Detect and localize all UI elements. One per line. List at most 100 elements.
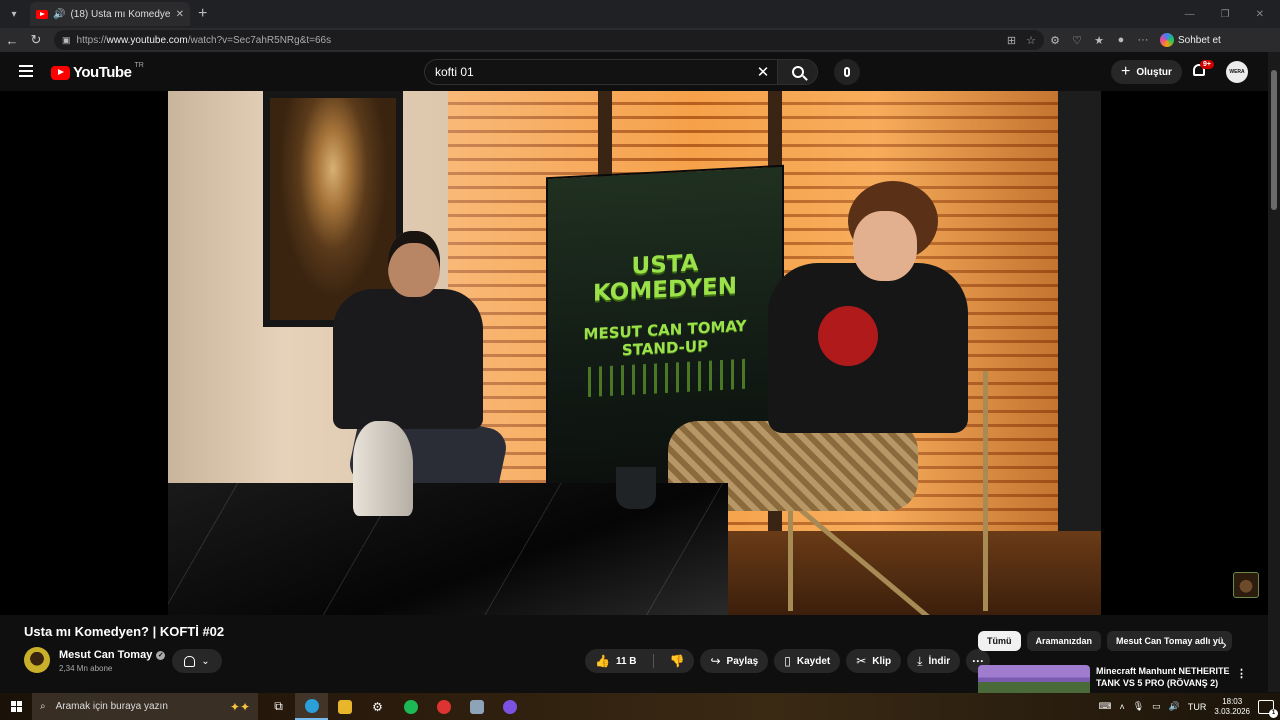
create-label: Oluştur (1136, 66, 1172, 78)
network-icon[interactable]: ▭ (1152, 701, 1161, 712)
divider (652, 654, 654, 668)
app-icon[interactable] (427, 693, 460, 720)
clip-button[interactable]: ✂ Klip (846, 649, 902, 673)
chevron-down-icon: ⌄ (201, 655, 210, 667)
scissors-icon: ✂ (856, 654, 867, 668)
download-label: İndir (928, 655, 951, 667)
like-count: 11 B (615, 655, 637, 667)
new-tab-icon[interactable]: + (198, 6, 207, 22)
thumbs-down-icon: 👎 (669, 654, 685, 668)
share-label: Paylaş (726, 655, 759, 667)
more-options-icon[interactable]: ··· (1132, 34, 1154, 46)
favorites-icon[interactable]: ★ (1088, 34, 1110, 47)
profile-icon[interactable]: ● (1110, 34, 1132, 46)
copilot-icon (1160, 33, 1174, 47)
discord-icon[interactable] (493, 693, 526, 720)
tab-title: (18) Usta mı Komedyen? | KOFTİ (70, 8, 171, 20)
more-vert-icon[interactable]: ⋮ (1236, 667, 1247, 680)
url-path: /watch?v=Sec7ahR5NRg&t=66s (187, 34, 332, 46)
favorite-star-icon[interactable]: ☆ (1026, 34, 1036, 47)
tab-close-icon[interactable]: ✕ (176, 9, 184, 20)
youtube-wordmark: YouTube (73, 64, 132, 81)
chip-channel[interactable]: Mesut Can Tomay adlı yü (1107, 631, 1233, 651)
start-button[interactable] (0, 693, 32, 720)
bell-icon (184, 655, 196, 667)
taskbar-search[interactable]: ⌕ Aramak için buraya yazın ✦✦ (32, 693, 258, 720)
download-button[interactable]: ⤓ İndir (907, 649, 961, 673)
taskbar: ⌕ Aramak için buraya yazın ✦✦ ⧉ ⚙ ⌨ ˄ 🎙 … (0, 693, 1280, 720)
steam-icon[interactable]: ⚙ (361, 693, 394, 720)
subscriber-count: 2,34 Mn abone (59, 664, 113, 673)
plus-icon: + (1121, 63, 1131, 80)
clip-label: Klip (872, 655, 892, 667)
search-input[interactable]: kofti 01 (425, 65, 749, 79)
like-dislike-group: 👍 11 B 👎 (585, 649, 695, 673)
edge-icon[interactable] (295, 693, 328, 720)
minimize-icon[interactable]: — (1185, 9, 1195, 20)
recommended-thumbnail[interactable] (978, 665, 1090, 693)
language-indicator[interactable]: TUR (1188, 702, 1207, 712)
video-actions: 👍 11 B 👎 ↪ Paylaş ▯ Kaydet ✂ Klip ⤓ İndi… (585, 649, 991, 673)
back-icon[interactable]: ← (0, 28, 24, 52)
youtube-play-icon (51, 65, 70, 80)
browser-essentials-icon[interactable]: ♡ (1066, 34, 1088, 47)
tab-audio-icon[interactable]: 🔊 (53, 9, 65, 20)
youtube-favicon-icon (36, 9, 48, 19)
channel-name[interactable]: Mesut Can Tomay ✓ (59, 649, 166, 661)
spotify-icon[interactable] (394, 693, 427, 720)
address-bar[interactable]: ▣ https://www.youtube.com/watch?v=Sec7ah… (54, 30, 1044, 50)
like-button[interactable]: 👍 11 B (585, 649, 647, 673)
create-button[interactable]: + Oluştur (1111, 60, 1182, 84)
notifications-button[interactable]: 9+ (1191, 60, 1214, 80)
thumbs-up-icon: 👍 (595, 654, 610, 668)
cup (616, 467, 656, 509)
page-scrollbar[interactable] (1268, 52, 1280, 692)
tab-actions-menu-icon[interactable]: ▾ (4, 4, 24, 24)
window-icon[interactable] (460, 693, 493, 720)
notification-center-icon[interactable]: 1 (1258, 699, 1278, 718)
scrollbar-thumb[interactable] (1271, 70, 1277, 210)
person-right (668, 171, 1018, 531)
chevron-up-icon[interactable]: ˄ (1119, 702, 1124, 712)
recommended-video[interactable]: Minecraft Manhunt NETHERITE TANK VS 5 PR… (978, 665, 1268, 693)
sparkle-icon: ✦✦ (229, 699, 250, 714)
file-explorer-icon[interactable] (328, 693, 361, 720)
copilot-button[interactable]: Sohbet et (1160, 33, 1221, 47)
clock[interactable]: 18:03 3.03.2026 (1214, 697, 1250, 717)
channel-avatar[interactable] (24, 647, 50, 673)
browser-tab[interactable]: 🔊 (18) Usta mı Komedyen? | KOFTİ ✕ (30, 2, 190, 26)
chevron-right-icon[interactable]: › (1222, 636, 1227, 652)
task-view-icon[interactable]: ⧉ (262, 693, 295, 720)
clock-time: 18:03 (1222, 696, 1243, 706)
clear-search-icon[interactable]: ✕ (749, 63, 777, 81)
notification-badge: 9+ (1200, 60, 1214, 69)
menu-icon[interactable] (19, 65, 33, 77)
youtube-logo[interactable]: YouTube TR (51, 62, 144, 81)
keyboard-icon[interactable]: ⌨ (1098, 701, 1111, 712)
maximize-icon[interactable]: ❐ (1221, 9, 1230, 20)
chip-from-search[interactable]: Aramanızdan (1026, 631, 1102, 651)
site-info-icon[interactable]: ▣ (62, 35, 71, 46)
close-window-icon[interactable]: ✕ (1256, 9, 1264, 20)
channel-watermark[interactable] (1233, 572, 1259, 598)
search-icon: ⌕ (40, 701, 46, 712)
video-player[interactable]: USTA KOMEDYEN MESUT CAN TOMAY STAND-UP (0, 91, 1268, 615)
save-button[interactable]: ▯ Kaydet (774, 649, 841, 673)
taskbar-apps: ⧉ ⚙ (262, 693, 526, 720)
share-button[interactable]: ↪ Paylaş (700, 649, 769, 673)
search-button[interactable] (777, 60, 817, 84)
voice-search-button[interactable] (834, 59, 860, 85)
chip-all[interactable]: Tümü (978, 631, 1021, 651)
dislike-button[interactable]: 👎 (660, 649, 695, 673)
app-available-icon[interactable]: ⊞ (1007, 34, 1016, 47)
refresh-icon[interactable]: ↻ (24, 28, 48, 52)
youtube-header: YouTube TR kofti 01 ✕ + Oluştur 9+ WERA (0, 52, 1280, 92)
browser-tab-strip: ▾ 🔊 (18) Usta mı Komedyen? | KOFTİ ✕ + —… (0, 0, 1280, 28)
recommended-title[interactable]: Minecraft Manhunt NETHERITE TANK VS 5 PR… (1096, 665, 1236, 689)
volume-icon[interactable]: 🔊 (1169, 701, 1180, 712)
account-avatar[interactable]: WERA (1226, 61, 1248, 83)
extensions-icon[interactable]: ⚙ (1044, 34, 1066, 47)
subscription-notification-button[interactable]: ⌄ (172, 649, 222, 673)
system-tray: ⌨ ˄ 🎙 ▭ 🔊 TUR 18:03 3.03.2026 1 (1098, 697, 1280, 718)
microphone-icon[interactable]: 🎙 (1133, 701, 1144, 712)
